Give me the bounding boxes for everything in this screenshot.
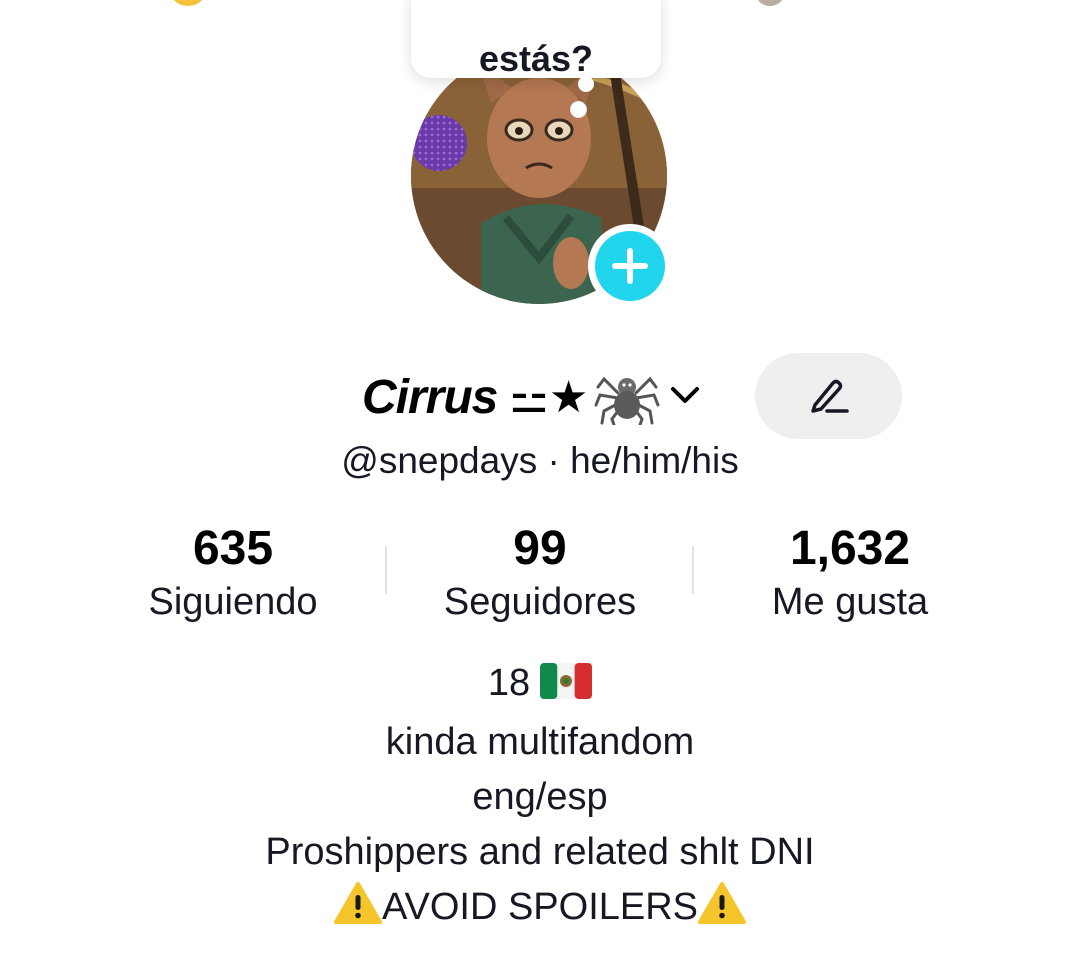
bio-line: kinda multifandom (385, 721, 695, 763)
followers-label: Seguidores (443, 581, 637, 623)
following-count: 635 (192, 522, 274, 575)
likes-label: Me gusta (771, 581, 929, 623)
status-bubble[interactable]: estás? (411, 0, 661, 79)
bio-line-age: 18 (0, 656, 1080, 715)
profile-name-row[interactable]: Cirrus ⚍★ (362, 360, 702, 434)
spider-icon (594, 365, 660, 430)
username-pronouns: @snepdays · he/him/his (341, 440, 739, 481)
bio-line: Proshippers and related shlt DNI (265, 831, 815, 873)
add-story-button[interactable] (588, 224, 672, 308)
stat-divider (692, 546, 694, 594)
warning-icon (333, 881, 382, 941)
thought-dot-small (570, 101, 587, 118)
stat-followers[interactable]: 99 Seguidores (430, 520, 650, 626)
display-name: Cirrus (362, 370, 498, 424)
partial-icon-right (755, 0, 785, 6)
chevron-down-icon[interactable] (668, 383, 702, 412)
name-decoration: ⚍★ (509, 372, 589, 422)
partial-emoji-left (168, 0, 208, 6)
following-label: Siguiendo (148, 581, 318, 623)
edit-profile-button[interactable] (755, 353, 902, 439)
bio-line-warning: AVOID SPOILERS (0, 880, 1080, 941)
warning-icon (698, 881, 747, 941)
likes-count: 1,632 (789, 522, 911, 575)
bio-line: eng/esp (472, 776, 608, 818)
stat-following[interactable]: 635 Siguiendo (133, 520, 333, 626)
thought-dot (578, 76, 594, 92)
status-bubble-text: estás? (478, 38, 594, 79)
stat-divider (385, 546, 387, 594)
pencil-icon (811, 379, 849, 413)
followers-count: 99 (513, 522, 567, 575)
stat-likes[interactable]: 1,632 Me gusta (745, 520, 955, 626)
bio: 18 kinda multifandom eng/esp Proshippers… (0, 656, 1080, 941)
plus-icon (595, 231, 665, 301)
mexico-flag-icon (540, 660, 593, 715)
